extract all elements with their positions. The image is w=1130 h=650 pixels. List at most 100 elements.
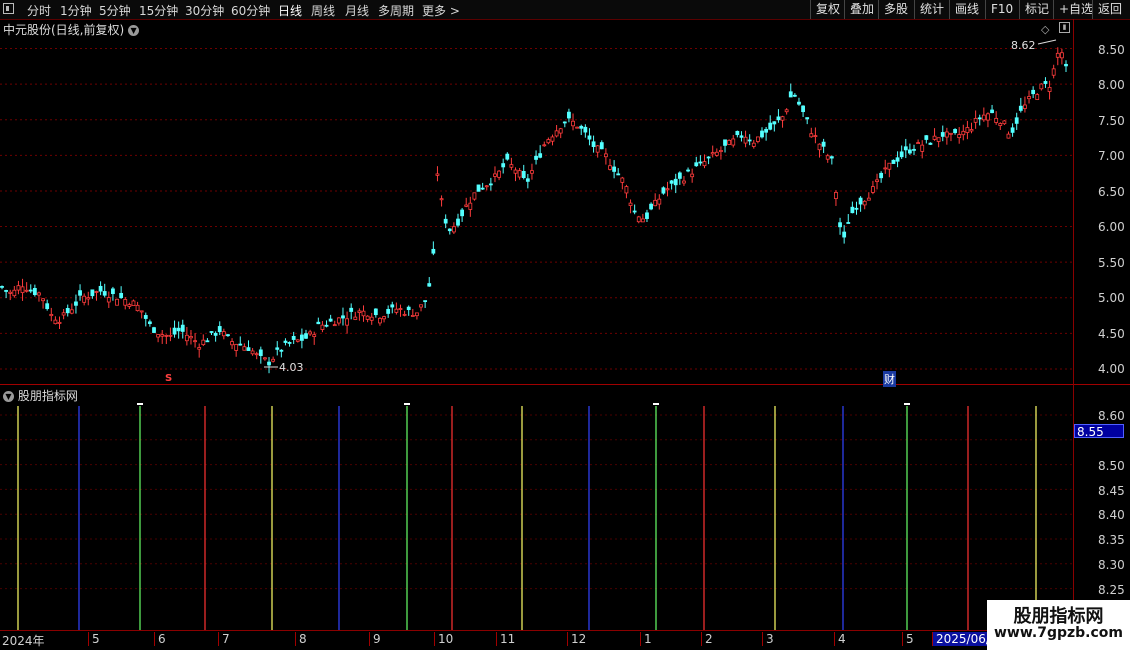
candle-body: [258, 349, 263, 357]
candle-body: [673, 178, 678, 186]
candle-body: [1014, 117, 1019, 124]
chevron-down-icon[interactable]: ▼: [3, 391, 14, 402]
candle-body: [624, 186, 629, 194]
candle-body: [217, 326, 222, 333]
candle-body: [1064, 63, 1068, 67]
candle-body: [156, 334, 161, 338]
candle-body: [8, 291, 13, 294]
candle-body: [973, 118, 978, 123]
candle-body: [924, 135, 929, 140]
candle-body: [164, 334, 169, 337]
candle-body: [287, 342, 292, 344]
indicator-title-bar: ▼ 股朋指标网: [3, 387, 78, 404]
x-tick: 11: [496, 632, 515, 646]
x-tick: 12: [567, 632, 586, 646]
candle-body: [998, 123, 1003, 126]
candle-body: [755, 136, 760, 142]
candle-body: [612, 166, 617, 172]
candle-body: [180, 324, 185, 332]
candle-body: [710, 152, 715, 155]
candle-body: [147, 321, 152, 325]
candle-body: [887, 162, 892, 170]
candle-body: [891, 159, 896, 164]
candle-body: [505, 153, 510, 160]
candle-body: [801, 105, 805, 113]
candle-body: [201, 339, 206, 346]
candle-body: [312, 334, 317, 337]
candle-body: [530, 170, 534, 174]
candle-body: [57, 321, 62, 324]
candle-body: [838, 222, 842, 228]
candle-body: [657, 198, 662, 205]
candle-body: [98, 285, 103, 292]
ind-y-tick: 8.45: [1098, 484, 1125, 498]
candle-body: [932, 135, 937, 140]
candle-body: [944, 131, 949, 138]
candle-body: [488, 183, 493, 186]
candle-body: [197, 347, 202, 350]
candle-body: [1059, 52, 1064, 59]
candle-body: [1027, 96, 1031, 100]
s-event-marker[interactable]: S: [165, 373, 172, 384]
ind-y-tick: 8.40: [1098, 508, 1125, 522]
candle-body: [1010, 127, 1015, 133]
candle-body: [866, 197, 871, 201]
candle-body: [1023, 104, 1027, 109]
candle-body: [1055, 52, 1060, 58]
candle-body: [37, 292, 41, 296]
candle-body: [747, 139, 752, 142]
candle-body: [246, 347, 251, 351]
candle-body: [1031, 89, 1036, 95]
candle-body: [369, 316, 374, 321]
candle-body: [304, 333, 308, 339]
candle-body: [394, 308, 399, 313]
candle-body: [361, 310, 366, 317]
candle-body: [53, 319, 58, 325]
candle-body: [468, 202, 473, 210]
finance-event-marker[interactable]: 财: [883, 371, 896, 387]
candle-body: [415, 312, 419, 317]
low-price-label: 4.03: [279, 361, 304, 374]
high-price-label: 8.62: [1011, 39, 1036, 52]
candle-body: [431, 248, 436, 254]
candle-body: [788, 91, 793, 98]
candle-body: [365, 315, 370, 320]
candle-body: [12, 289, 17, 297]
candle-body: [451, 226, 456, 233]
candle-body: [764, 128, 769, 133]
candle-body: [460, 209, 465, 217]
candle-body: [123, 299, 128, 306]
candle-body: [250, 350, 255, 355]
y-tick: 5.50: [1098, 256, 1125, 270]
x-tick: 5: [88, 632, 100, 646]
candle-body: [957, 134, 962, 139]
candle-body: [238, 343, 243, 346]
candle-body: [883, 167, 888, 170]
candle-body: [345, 318, 349, 326]
candle-body: [842, 231, 847, 238]
candle-body: [562, 121, 567, 124]
ind-y-tick: 8.25: [1098, 583, 1125, 597]
candle-body: [858, 197, 863, 205]
candle-body: [493, 173, 497, 177]
candle-body: [221, 331, 226, 337]
candle-body: [119, 292, 124, 299]
candle-body: [378, 317, 382, 324]
candle-body: [1047, 87, 1052, 92]
candle-body: [961, 130, 966, 136]
candle-body: [760, 130, 764, 138]
candle-body: [28, 289, 33, 292]
x-tick: 9: [369, 632, 381, 646]
candle-body: [419, 304, 423, 308]
candle-body: [521, 171, 526, 179]
candle-body: [706, 156, 711, 159]
candle-body: [714, 151, 719, 156]
candle-body: [821, 141, 826, 147]
candle-body: [546, 139, 551, 144]
candle-body: [928, 142, 933, 145]
candle-body: [731, 138, 736, 146]
candle-body: [809, 133, 814, 138]
candle-body: [854, 207, 859, 210]
candle-body: [406, 306, 411, 311]
candle-body: [542, 144, 547, 147]
